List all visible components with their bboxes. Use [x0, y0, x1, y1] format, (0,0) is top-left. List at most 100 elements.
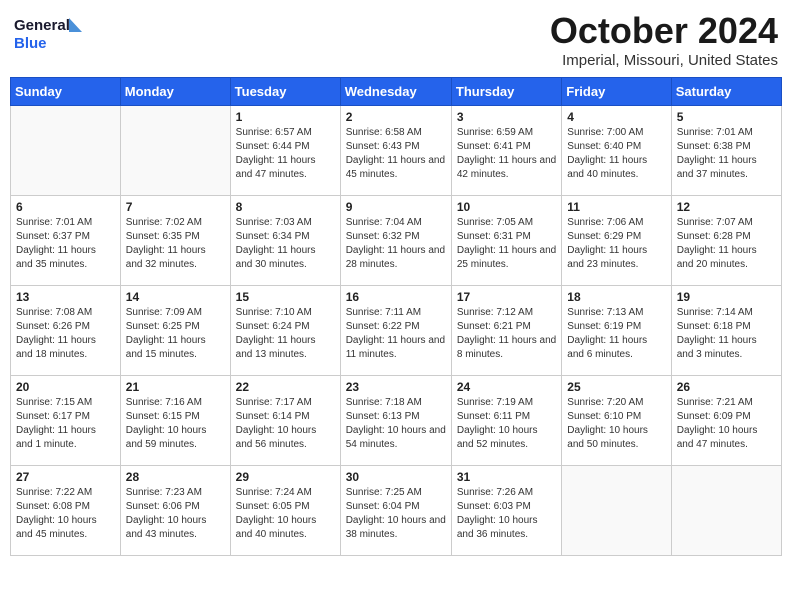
calendar-day-cell: 18Sunrise: 7:13 AM Sunset: 6:19 PM Dayli… [562, 286, 671, 376]
day-number: 3 [457, 110, 556, 124]
day-header-monday: Monday [120, 78, 230, 106]
day-info: Sunrise: 7:08 AM Sunset: 6:26 PM Dayligh… [16, 306, 115, 362]
calendar-day-cell: 5 Sunrise: 7:01 AM Sunset: 6:38 PM Daylig… [671, 106, 781, 196]
day-number: 27 [16, 470, 115, 484]
day-info: Sunrise: 7:21 AM Sunset: 6:09 PM Dayligh… [677, 396, 776, 452]
day-header-thursday: Thursday [451, 78, 561, 106]
day-number: 14 [126, 290, 225, 304]
calendar-day-cell: 31 Sunrise: 7:26 AM Sunset: 6:03 PM Dayli… [451, 466, 561, 556]
day-info: Sunrise: 7:07 AM Sunset: 6:28 PM Dayligh… [677, 216, 776, 272]
day-number: 30 [346, 470, 446, 484]
calendar-day-cell: 8 Sunrise: 7:03 AM Sunset: 6:34 PM Daylig… [230, 196, 340, 286]
day-number: 19 [677, 290, 776, 304]
calendar-day-cell: 4 Sunrise: 7:00 AM Sunset: 6:40 PM Daylig… [562, 106, 671, 196]
day-number: 10 [457, 200, 556, 214]
day-number: 20 [16, 380, 115, 394]
calendar-day-cell: 10 Sunrise: 7:05 AM Sunset: 6:31 PM Dayli… [451, 196, 561, 286]
calendar-day-cell: 14Sunrise: 7:09 AM Sunset: 6:25 PM Dayli… [120, 286, 230, 376]
svg-text:General: General [14, 17, 70, 34]
day-number: 9 [346, 200, 446, 214]
calendar-day-cell: 28Sunrise: 7:23 AM Sunset: 6:06 PM Dayli… [120, 466, 230, 556]
day-number: 5 [677, 110, 776, 124]
calendar-day-cell: 3 Sunrise: 6:59 AM Sunset: 6:41 PM Daylig… [451, 106, 561, 196]
day-number: 23 [346, 380, 446, 394]
day-number: 1 [236, 110, 335, 124]
calendar-day-cell: 9 Sunrise: 7:04 AM Sunset: 6:32 PM Daylig… [340, 196, 451, 286]
day-number: 25 [567, 380, 665, 394]
day-info: Sunrise: 7:02 AM Sunset: 6:35 PM Dayligh… [126, 216, 225, 272]
title-block: October 2024 Imperial, Missouri, United … [550, 10, 778, 69]
calendar-day-cell [120, 106, 230, 196]
calendar-header-row: SundayMondayTuesdayWednesdayThursdayFrid… [11, 78, 782, 106]
day-number: 22 [236, 380, 335, 394]
day-info: Sunrise: 7:14 AM Sunset: 6:18 PM Dayligh… [677, 306, 776, 362]
day-number: 24 [457, 380, 556, 394]
day-info: Sunrise: 7:18 AM Sunset: 6:13 PM Dayligh… [346, 396, 446, 452]
calendar-day-cell: 26 Sunrise: 7:21 AM Sunset: 6:09 PM Dayli… [671, 376, 781, 466]
day-info: Sunrise: 7:26 AM Sunset: 6:03 PM Dayligh… [457, 486, 556, 542]
day-number: 2 [346, 110, 446, 124]
day-number: 18 [567, 290, 665, 304]
logo: General Blue [14, 10, 94, 54]
day-info: Sunrise: 7:20 AM Sunset: 6:10 PM Dayligh… [567, 396, 665, 452]
calendar-day-cell: 23 Sunrise: 7:18 AM Sunset: 6:13 PM Dayli… [340, 376, 451, 466]
calendar-day-cell: 22Sunrise: 7:17 AM Sunset: 6:14 PM Dayli… [230, 376, 340, 466]
day-info: Sunrise: 6:59 AM Sunset: 6:41 PM Dayligh… [457, 126, 556, 182]
calendar-day-cell [11, 106, 121, 196]
calendar-day-cell: 29Sunrise: 7:24 AM Sunset: 6:05 PM Dayli… [230, 466, 340, 556]
calendar-day-cell: 1 Sunrise: 6:57 AM Sunset: 6:44 PM Daylig… [230, 106, 340, 196]
day-number: 8 [236, 200, 335, 214]
day-header-saturday: Saturday [671, 78, 781, 106]
calendar-day-cell: 27 Sunrise: 7:22 AM Sunset: 6:08 PM Dayli… [11, 466, 121, 556]
day-info: Sunrise: 7:05 AM Sunset: 6:31 PM Dayligh… [457, 216, 556, 272]
day-info: Sunrise: 7:22 AM Sunset: 6:08 PM Dayligh… [16, 486, 115, 542]
day-info: Sunrise: 7:03 AM Sunset: 6:34 PM Dayligh… [236, 216, 335, 272]
calendar-week-row: 1 Sunrise: 6:57 AM Sunset: 6:44 PM Daylig… [11, 106, 782, 196]
calendar-day-cell: 30 Sunrise: 7:25 AM Sunset: 6:04 PM Dayli… [340, 466, 451, 556]
calendar-day-cell [671, 466, 781, 556]
day-info: Sunrise: 7:11 AM Sunset: 6:22 PM Dayligh… [346, 306, 446, 362]
day-info: Sunrise: 7:00 AM Sunset: 6:40 PM Dayligh… [567, 126, 665, 182]
calendar-subtitle: Imperial, Missouri, United States [550, 52, 778, 69]
day-info: Sunrise: 7:01 AM Sunset: 6:38 PM Dayligh… [677, 126, 776, 182]
day-number: 16 [346, 290, 446, 304]
calendar-week-row: 13 Sunrise: 7:08 AM Sunset: 6:26 PM Dayli… [11, 286, 782, 376]
day-number: 31 [457, 470, 556, 484]
day-number: 15 [236, 290, 335, 304]
day-info: Sunrise: 7:24 AM Sunset: 6:05 PM Dayligh… [236, 486, 335, 542]
calendar-title: October 2024 [550, 10, 778, 52]
calendar-day-cell: 17 Sunrise: 7:12 AM Sunset: 6:21 PM Dayli… [451, 286, 561, 376]
day-header-tuesday: Tuesday [230, 78, 340, 106]
calendar-day-cell: 24Sunrise: 7:19 AM Sunset: 6:11 PM Dayli… [451, 376, 561, 466]
day-number: 6 [16, 200, 115, 214]
calendar-day-cell: 25 Sunrise: 7:20 AM Sunset: 6:10 PM Dayli… [562, 376, 671, 466]
calendar-week-row: 20 Sunrise: 7:15 AM Sunset: 6:17 PM Dayli… [11, 376, 782, 466]
day-info: Sunrise: 7:04 AM Sunset: 6:32 PM Dayligh… [346, 216, 446, 272]
day-info: Sunrise: 7:12 AM Sunset: 6:21 PM Dayligh… [457, 306, 556, 362]
calendar-day-cell: 7 Sunrise: 7:02 AM Sunset: 6:35 PM Daylig… [120, 196, 230, 286]
svg-text:Blue: Blue [14, 35, 47, 52]
day-number: 7 [126, 200, 225, 214]
page-header: General Blue October 2024 Imperial, Miss… [10, 10, 782, 69]
day-header-wednesday: Wednesday [340, 78, 451, 106]
calendar-week-row: 6 Sunrise: 7:01 AM Sunset: 6:37 PM Daylig… [11, 196, 782, 286]
day-number: 21 [126, 380, 225, 394]
day-number: 11 [567, 200, 665, 214]
day-info: Sunrise: 7:15 AM Sunset: 6:17 PM Dayligh… [16, 396, 115, 452]
day-info: Sunrise: 7:06 AM Sunset: 6:29 PM Dayligh… [567, 216, 665, 272]
calendar-day-cell: 2Sunrise: 6:58 AM Sunset: 6:43 PM Daylig… [340, 106, 451, 196]
day-number: 17 [457, 290, 556, 304]
day-info: Sunrise: 7:25 AM Sunset: 6:04 PM Dayligh… [346, 486, 446, 542]
calendar-day-cell: 15Sunrise: 7:10 AM Sunset: 6:24 PM Dayli… [230, 286, 340, 376]
calendar-table: SundayMondayTuesdayWednesdayThursdayFrid… [10, 77, 782, 556]
calendar-day-cell: 21Sunrise: 7:16 AM Sunset: 6:15 PM Dayli… [120, 376, 230, 466]
calendar-day-cell: 20 Sunrise: 7:15 AM Sunset: 6:17 PM Dayli… [11, 376, 121, 466]
day-info: Sunrise: 7:01 AM Sunset: 6:37 PM Dayligh… [16, 216, 115, 272]
day-info: Sunrise: 6:57 AM Sunset: 6:44 PM Dayligh… [236, 126, 335, 182]
day-number: 26 [677, 380, 776, 394]
logo-svg: General Blue [14, 10, 94, 54]
day-number: 4 [567, 110, 665, 124]
day-number: 13 [16, 290, 115, 304]
calendar-day-cell: 6 Sunrise: 7:01 AM Sunset: 6:37 PM Daylig… [11, 196, 121, 286]
day-header-sunday: Sunday [11, 78, 121, 106]
